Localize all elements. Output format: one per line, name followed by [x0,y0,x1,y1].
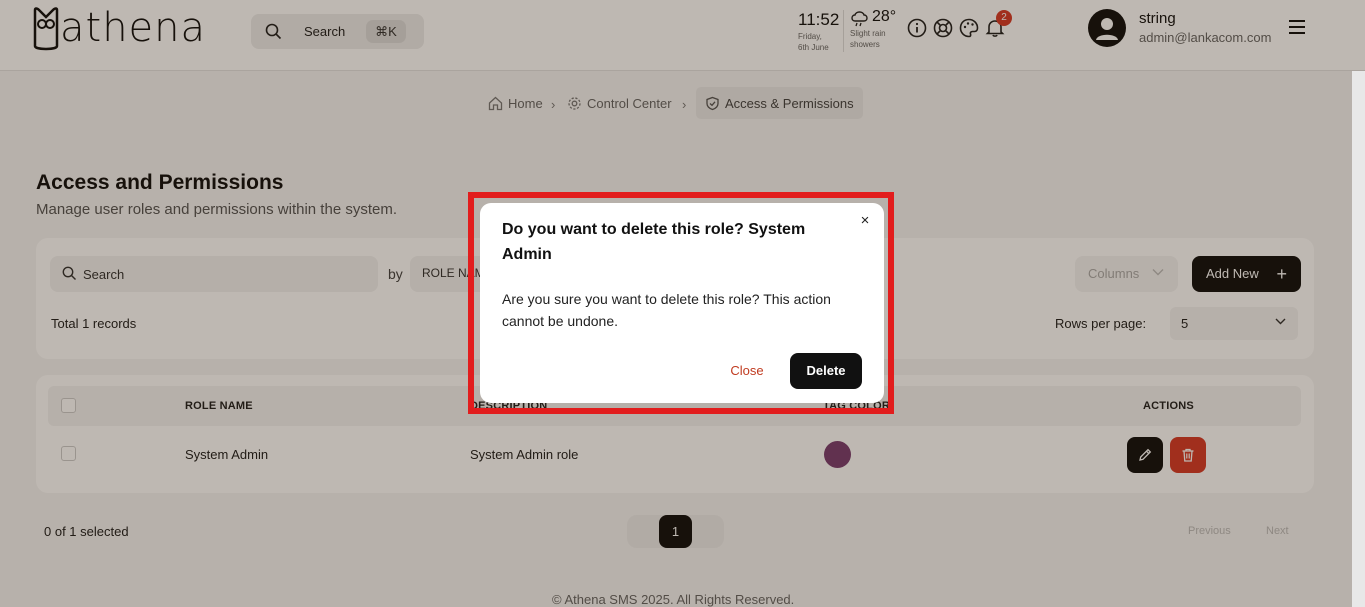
dialog-delete-button[interactable]: Delete [790,353,862,389]
dialog-title: Do you want to delete this role? System … [502,221,806,263]
delete-role-dialog: Do you want to delete this role? System … [480,203,884,403]
close-icon[interactable]: × [857,213,873,229]
page-scrollbar[interactable] [1352,71,1365,607]
dialog-close-button[interactable]: Close [718,353,776,388]
dialog-message: Are you sure you want to delete this rol… [502,291,831,329]
